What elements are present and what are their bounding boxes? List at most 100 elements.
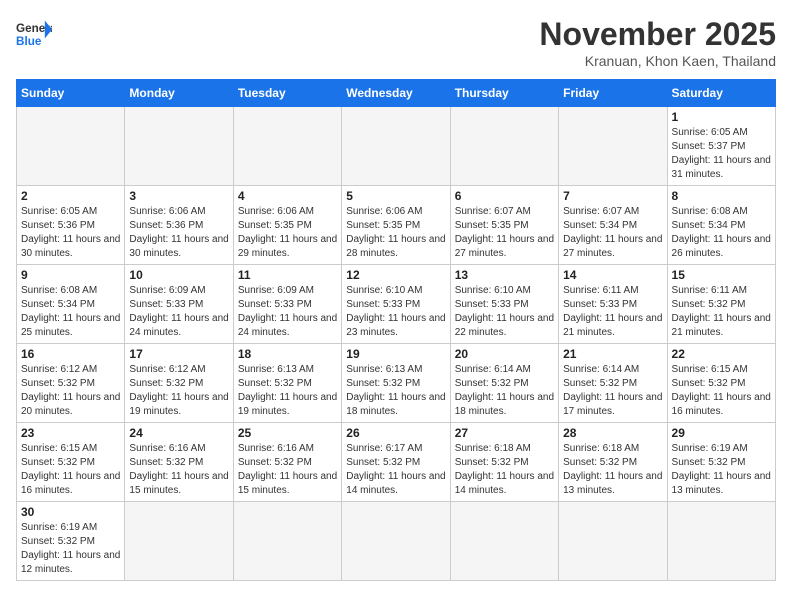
- day-number: 14: [563, 268, 662, 282]
- day-number: 6: [455, 189, 554, 203]
- calendar-day-cell: 15 Sunrise: 6:11 AM Sunset: 5:32 PM Dayli…: [667, 265, 775, 344]
- day-number: 5: [346, 189, 445, 203]
- day-info: Sunrise: 6:09 AM Sunset: 5:33 PM Dayligh…: [238, 284, 337, 340]
- day-info: Sunrise: 6:18 AM Sunset: 5:32 PM Dayligh…: [563, 442, 662, 498]
- calendar-day-cell: [233, 107, 341, 186]
- calendar-day-cell: 7 Sunrise: 6:07 AM Sunset: 5:34 PM Daylig…: [559, 186, 667, 265]
- day-number: 18: [238, 347, 337, 361]
- calendar-day-cell: [450, 107, 558, 186]
- svg-text:Blue: Blue: [16, 35, 42, 48]
- month-title: November 2025: [539, 16, 776, 53]
- weekday-header: Wednesday: [342, 80, 450, 107]
- day-info: Sunrise: 6:15 AM Sunset: 5:32 PM Dayligh…: [672, 363, 771, 419]
- day-number: 7: [563, 189, 662, 203]
- day-number: 10: [129, 268, 228, 282]
- calendar-week-row: 9 Sunrise: 6:08 AM Sunset: 5:34 PM Daylig…: [17, 265, 776, 344]
- calendar-day-cell: 18 Sunrise: 6:13 AM Sunset: 5:32 PM Dayli…: [233, 344, 341, 423]
- day-info: Sunrise: 6:13 AM Sunset: 5:32 PM Dayligh…: [238, 363, 337, 419]
- calendar-table: SundayMondayTuesdayWednesdayThursdayFrid…: [16, 79, 776, 581]
- day-info: Sunrise: 6:08 AM Sunset: 5:34 PM Dayligh…: [21, 284, 120, 340]
- calendar-week-row: 2Sunrise: 6:05 AM Sunset: 5:36 PM Daylig…: [17, 186, 776, 265]
- calendar-day-cell: 5 Sunrise: 6:06 AM Sunset: 5:35 PM Daylig…: [342, 186, 450, 265]
- calendar-day-cell: 8 Sunrise: 6:08 AM Sunset: 5:34 PM Daylig…: [667, 186, 775, 265]
- day-info: Sunrise: 6:18 AM Sunset: 5:32 PM Dayligh…: [455, 442, 554, 498]
- day-number: 27: [455, 426, 554, 440]
- day-info: Sunrise: 6:17 AM Sunset: 5:32 PM Dayligh…: [346, 442, 445, 498]
- day-info: Sunrise: 6:05 AM Sunset: 5:36 PM Dayligh…: [21, 205, 120, 261]
- logo: General Blue: [16, 16, 52, 52]
- calendar-day-cell: 3Sunrise: 6:06 AM Sunset: 5:36 PM Daylig…: [125, 186, 233, 265]
- weekday-header: Saturday: [667, 80, 775, 107]
- calendar-day-cell: 2Sunrise: 6:05 AM Sunset: 5:36 PM Daylig…: [17, 186, 125, 265]
- day-number: 1: [672, 110, 771, 124]
- calendar-week-row: 23Sunrise: 6:15 AM Sunset: 5:32 PM Dayli…: [17, 423, 776, 502]
- day-number: 29: [672, 426, 771, 440]
- calendar-day-cell: 9 Sunrise: 6:08 AM Sunset: 5:34 PM Daylig…: [17, 265, 125, 344]
- calendar-day-cell: 17Sunrise: 6:12 AM Sunset: 5:32 PM Dayli…: [125, 344, 233, 423]
- weekday-header: Friday: [559, 80, 667, 107]
- calendar-day-cell: 6Sunrise: 6:07 AM Sunset: 5:35 PM Daylig…: [450, 186, 558, 265]
- day-info: Sunrise: 6:14 AM Sunset: 5:32 PM Dayligh…: [563, 363, 662, 419]
- day-number: 19: [346, 347, 445, 361]
- weekday-header: Tuesday: [233, 80, 341, 107]
- day-info: Sunrise: 6:08 AM Sunset: 5:34 PM Dayligh…: [672, 205, 771, 261]
- day-info: Sunrise: 6:15 AM Sunset: 5:32 PM Dayligh…: [21, 442, 120, 498]
- day-info: Sunrise: 6:19 AM Sunset: 5:32 PM Dayligh…: [672, 442, 771, 498]
- day-info: Sunrise: 6:14 AM Sunset: 5:32 PM Dayligh…: [455, 363, 554, 419]
- calendar-day-cell: 16 Sunrise: 6:12 AM Sunset: 5:32 PM Dayli…: [17, 344, 125, 423]
- calendar-day-cell: [125, 107, 233, 186]
- calendar-day-cell: 30Sunrise: 6:19 AM Sunset: 5:32 PM Dayli…: [17, 502, 125, 581]
- calendar-day-cell: 25Sunrise: 6:16 AM Sunset: 5:32 PM Dayli…: [233, 423, 341, 502]
- calendar-day-cell: 12 Sunrise: 6:10 AM Sunset: 5:33 PM Dayli…: [342, 265, 450, 344]
- day-info: Sunrise: 6:12 AM Sunset: 5:32 PM Dayligh…: [21, 363, 120, 419]
- day-number: 16: [21, 347, 120, 361]
- day-number: 11: [238, 268, 337, 282]
- day-number: 12: [346, 268, 445, 282]
- day-number: 8: [672, 189, 771, 203]
- weekday-header: Monday: [125, 80, 233, 107]
- day-info: Sunrise: 6:11 AM Sunset: 5:32 PM Dayligh…: [672, 284, 771, 340]
- title-area: November 2025 Kranuan, Khon Kaen, Thaila…: [539, 16, 776, 69]
- calendar-day-cell: 21Sunrise: 6:14 AM Sunset: 5:32 PM Dayli…: [559, 344, 667, 423]
- day-info: Sunrise: 6:07 AM Sunset: 5:34 PM Dayligh…: [563, 205, 662, 261]
- day-info: Sunrise: 6:11 AM Sunset: 5:33 PM Dayligh…: [563, 284, 662, 340]
- calendar-day-cell: [450, 502, 558, 581]
- calendar-day-cell: [559, 502, 667, 581]
- calendar-day-cell: 23Sunrise: 6:15 AM Sunset: 5:32 PM Dayli…: [17, 423, 125, 502]
- day-info: Sunrise: 6:05 AM Sunset: 5:37 PM Dayligh…: [672, 126, 771, 182]
- weekday-header: Sunday: [17, 80, 125, 107]
- calendar-day-cell: 20Sunrise: 6:14 AM Sunset: 5:32 PM Dayli…: [450, 344, 558, 423]
- day-number: 26: [346, 426, 445, 440]
- day-info: Sunrise: 6:16 AM Sunset: 5:32 PM Dayligh…: [238, 442, 337, 498]
- calendar-week-row: 16 Sunrise: 6:12 AM Sunset: 5:32 PM Dayli…: [17, 344, 776, 423]
- calendar-day-cell: 22Sunrise: 6:15 AM Sunset: 5:32 PM Dayli…: [667, 344, 775, 423]
- day-number: 24: [129, 426, 228, 440]
- calendar-day-cell: [559, 107, 667, 186]
- calendar-day-cell: 26 Sunrise: 6:17 AM Sunset: 5:32 PM Dayli…: [342, 423, 450, 502]
- location-title: Kranuan, Khon Kaen, Thailand: [539, 53, 776, 69]
- day-number: 15: [672, 268, 771, 282]
- day-info: Sunrise: 6:10 AM Sunset: 5:33 PM Dayligh…: [346, 284, 445, 340]
- calendar-day-cell: 29 Sunrise: 6:19 AM Sunset: 5:32 PM Dayli…: [667, 423, 775, 502]
- calendar-day-cell: 4 Sunrise: 6:06 AM Sunset: 5:35 PM Daylig…: [233, 186, 341, 265]
- day-number: 3: [129, 189, 228, 203]
- calendar-day-cell: 10Sunrise: 6:09 AM Sunset: 5:33 PM Dayli…: [125, 265, 233, 344]
- calendar-week-row: 1 Sunrise: 6:05 AM Sunset: 5:37 PM Daylig…: [17, 107, 776, 186]
- calendar-day-cell: [17, 107, 125, 186]
- calendar-day-cell: 13Sunrise: 6:10 AM Sunset: 5:33 PM Dayli…: [450, 265, 558, 344]
- calendar-day-cell: [667, 502, 775, 581]
- day-number: 28: [563, 426, 662, 440]
- calendar-day-cell: [342, 502, 450, 581]
- day-number: 4: [238, 189, 337, 203]
- calendar-day-cell: 24Sunrise: 6:16 AM Sunset: 5:32 PM Dayli…: [125, 423, 233, 502]
- calendar-day-cell: 14 Sunrise: 6:11 AM Sunset: 5:33 PM Dayli…: [559, 265, 667, 344]
- calendar-day-cell: [233, 502, 341, 581]
- day-info: Sunrise: 6:06 AM Sunset: 5:35 PM Dayligh…: [238, 205, 337, 261]
- day-number: 9: [21, 268, 120, 282]
- day-info: Sunrise: 6:06 AM Sunset: 5:35 PM Dayligh…: [346, 205, 445, 261]
- calendar-week-row: 30Sunrise: 6:19 AM Sunset: 5:32 PM Dayli…: [17, 502, 776, 581]
- day-info: Sunrise: 6:13 AM Sunset: 5:32 PM Dayligh…: [346, 363, 445, 419]
- logo-icon: General Blue: [16, 16, 52, 52]
- day-info: Sunrise: 6:19 AM Sunset: 5:32 PM Dayligh…: [21, 521, 120, 577]
- calendar-day-cell: 11 Sunrise: 6:09 AM Sunset: 5:33 PM Dayli…: [233, 265, 341, 344]
